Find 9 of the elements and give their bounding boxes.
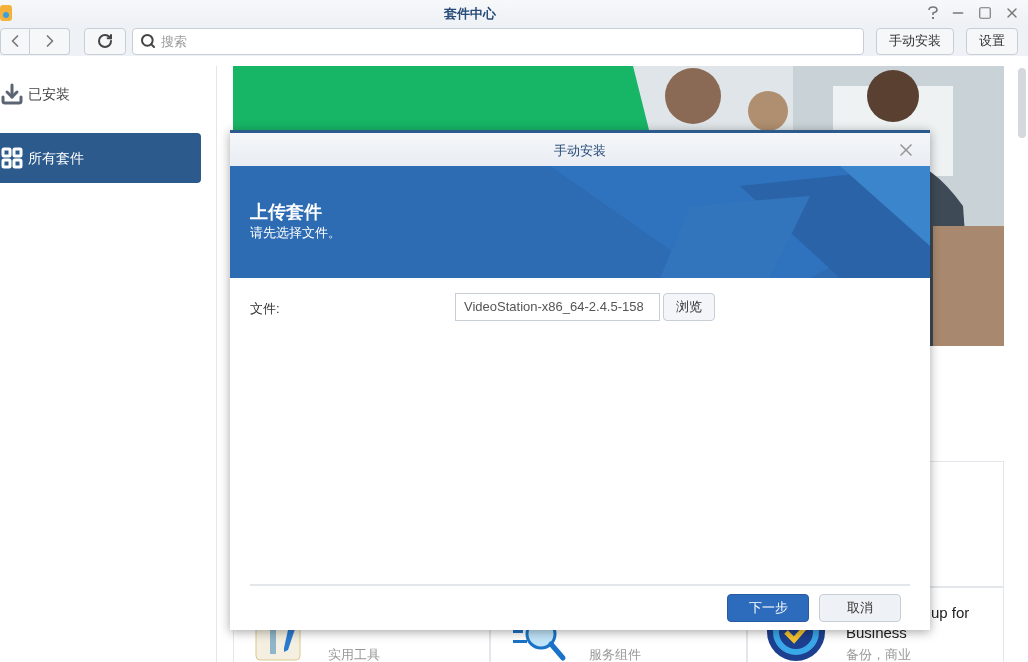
- header-subtitle: 请先选择文件。: [250, 224, 342, 243]
- window-title: 套件中心: [444, 6, 496, 21]
- package-category: 服务组件: [589, 646, 641, 662]
- header-title: 上传套件: [250, 201, 323, 224]
- package-name: up for: [931, 603, 970, 623]
- package-category: 备份，商业: [846, 646, 912, 662]
- file-label: 文件:: [250, 300, 281, 318]
- dialog-title: 手动安装: [554, 142, 606, 158]
- package-category: 实用工具: [328, 646, 380, 662]
